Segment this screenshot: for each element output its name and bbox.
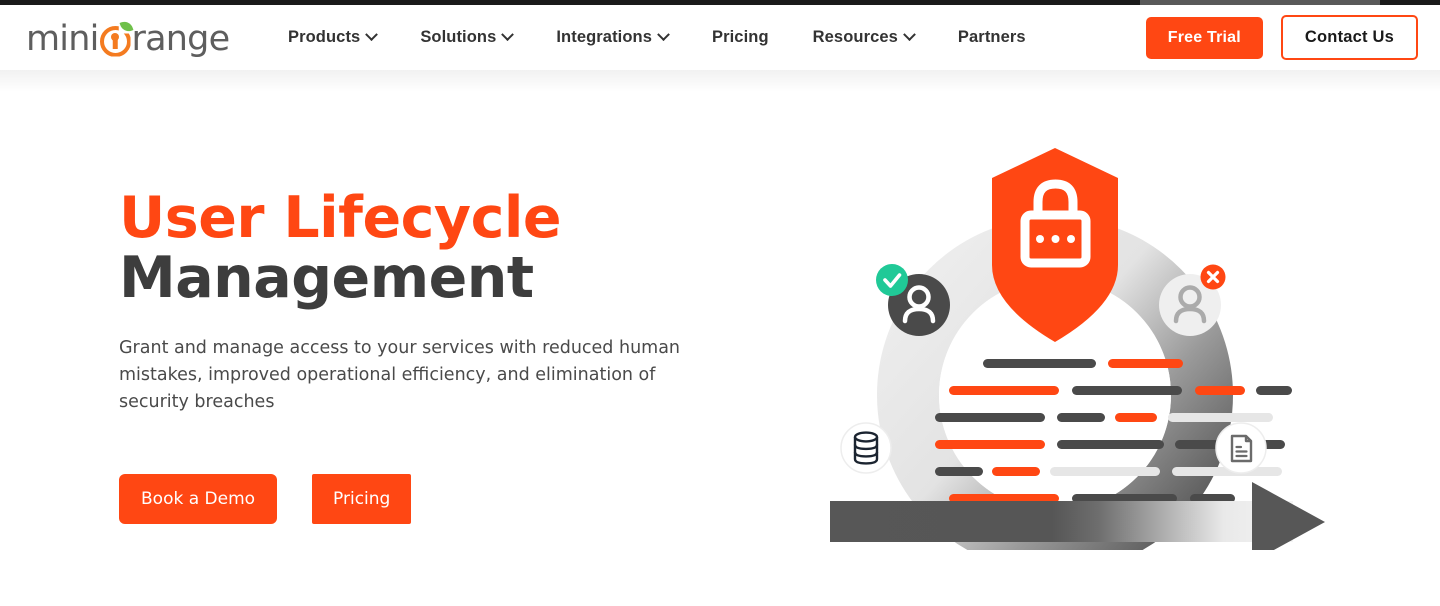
page-title-accent: User Lifecycle [119,185,562,251]
document-icon [1215,422,1267,474]
hero-cta-group: Book a Demo Pricing [119,473,739,524]
pricing-button[interactable]: Pricing [312,473,412,524]
chevron-down-icon [365,28,379,42]
nav-label: Resources [812,28,898,46]
nav-item-partners[interactable]: Partners [936,28,1048,47]
nav-item-products[interactable]: Products [288,28,398,47]
database-icon [840,422,892,474]
logo[interactable]: mini range [26,16,231,62]
nav-label: Pricing [712,28,769,46]
nav-label: Integrations [556,28,652,46]
page-title: User Lifecycle Management [119,188,739,309]
x-badge-icon [1200,264,1226,290]
hero-section: User Lifecycle Management Grant and mana… [0,70,1440,606]
nav-label: Products [288,28,361,46]
hero-illustration [800,130,1360,550]
nav-label: Solutions [420,28,497,46]
site-header: mini range Products Solutions Integratio… [0,5,1440,70]
chevron-down-icon [657,28,670,42]
nav-item-pricing[interactable]: Pricing [690,28,791,47]
browser-top-strip [0,0,1440,5]
logo-text-left: mini [26,18,99,59]
hero-copy: User Lifecycle Management Grant and mana… [119,188,739,524]
nav-item-resources[interactable]: Resources [791,28,936,47]
nav-item-integrations[interactable]: Integrations [534,28,690,47]
primary-nav: Products Solutions Integrations Pricing … [288,5,1048,70]
page-title-plain: Management [119,245,534,312]
header-actions: Free Trial Contact Us [1145,5,1418,70]
orange-keyhole-circle-icon [99,19,133,57]
scrollbar-thumb[interactable] [1140,0,1380,5]
contact-us-button[interactable]: Contact Us [1280,15,1418,60]
nav-label: Partners [957,28,1026,46]
free-trial-button[interactable]: Free Trial [1145,16,1263,59]
chevron-down-icon [903,28,916,42]
nav-item-solutions[interactable]: Solutions [398,28,534,47]
book-a-demo-button[interactable]: Book a Demo [119,473,278,524]
chevron-down-icon [501,28,515,42]
check-badge-icon [876,264,908,296]
logo-text-right: range [131,18,231,59]
hero-subtitle: Grant and manage access to your services… [119,337,681,412]
